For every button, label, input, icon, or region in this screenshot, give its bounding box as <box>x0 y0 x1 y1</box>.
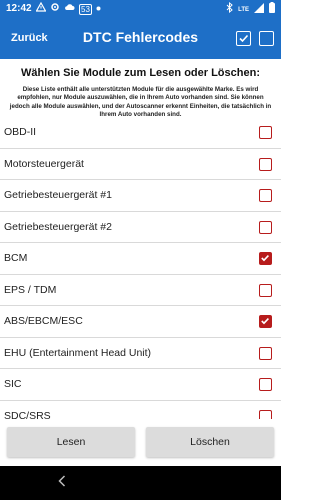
cloud-icon <box>64 3 75 15</box>
module-row-obd-ii[interactable]: OBD-II <box>0 117 281 149</box>
module-label: SIC <box>4 378 22 390</box>
dot-icon <box>96 3 101 15</box>
battery-icon <box>269 2 275 17</box>
delete-button[interactable]: Löschen <box>146 427 274 457</box>
module-checkbox[interactable] <box>259 126 272 139</box>
status-bar: 12:42 53 LTE <box>0 0 281 17</box>
module-checkbox[interactable] <box>259 378 272 391</box>
module-label: SDC/SRS <box>4 409 51 420</box>
checkmark-icon <box>261 255 269 262</box>
module-checkbox[interactable] <box>259 157 272 171</box>
module-label: BCM <box>4 252 28 264</box>
nav-back-icon[interactable] <box>58 475 66 490</box>
module-checkbox[interactable] <box>259 315 272 328</box>
module-row-getriebesteuergeraet-1[interactable]: Getriebesteuergerät #1 <box>0 180 281 212</box>
module-label: Motorsteuergerät <box>4 157 84 170</box>
module-checkbox[interactable] <box>259 283 272 297</box>
module-list[interactable]: OBD-II Motorsteuergerät Getriebesteuerge… <box>0 117 281 419</box>
app-bar: Zurück DTC Fehlercodes <box>0 17 281 59</box>
module-label: ABS/EBCM/ESC <box>4 315 83 327</box>
status-time: 12:42 <box>6 3 32 14</box>
module-row-motorsteuergeraet[interactable]: Motorsteuergerät <box>0 149 281 180</box>
module-row-getriebesteuergeraet-2[interactable]: Getriebesteuergerät #2 <box>0 212 281 243</box>
module-label: EPS / TDM <box>4 283 57 296</box>
module-row-abs-ebcm-esc[interactable]: ABS/EBCM/ESC <box>0 306 281 338</box>
bluetooth-icon <box>226 1 233 17</box>
module-row-sdc-srs[interactable]: SDC/SRS <box>0 401 281 420</box>
notification-icons: 53 <box>35 1 101 16</box>
settings-icon <box>50 2 60 16</box>
module-row-sic[interactable]: SIC <box>0 369 281 401</box>
module-checkbox[interactable] <box>259 409 272 419</box>
module-checkbox[interactable] <box>259 252 272 265</box>
module-checkbox[interactable] <box>259 189 272 202</box>
read-button[interactable]: Lesen <box>7 427 135 457</box>
instructions-heading: Wählen Sie Module zum Lesen oder Löschen… <box>21 67 260 79</box>
module-checkbox[interactable] <box>259 220 272 234</box>
deselect-all-button[interactable] <box>259 31 274 46</box>
system-nav-bar <box>0 466 281 500</box>
module-row-ehu[interactable]: EHU (Entertainment Head Unit) <box>0 338 281 369</box>
checkmark-icon <box>261 318 269 325</box>
module-label: EHU (Entertainment Head Unit) <box>4 346 152 359</box>
lte-signal-icon: LTE <box>238 6 249 13</box>
signal-icon <box>254 2 264 17</box>
action-bar: Lesen Löschen <box>0 419 281 466</box>
module-row-eps-tdm[interactable]: EPS / TDM <box>0 275 281 306</box>
select-all-button[interactable] <box>236 31 251 46</box>
warning-icon <box>35 1 47 16</box>
checked-box-icon <box>239 34 249 43</box>
instructions-description: Diese Liste enthält alle unterstützten M… <box>9 86 272 118</box>
app-badge-icon: 53 <box>79 3 92 15</box>
module-row-bcm[interactable]: BCM <box>0 243 281 275</box>
module-label: Getriebesteuergerät #2 <box>4 220 112 233</box>
system-icons: LTE <box>226 1 275 17</box>
module-label: OBD-II <box>4 126 37 138</box>
module-checkbox[interactable] <box>259 346 272 360</box>
module-label: Getriebesteuergerät #1 <box>4 189 112 201</box>
